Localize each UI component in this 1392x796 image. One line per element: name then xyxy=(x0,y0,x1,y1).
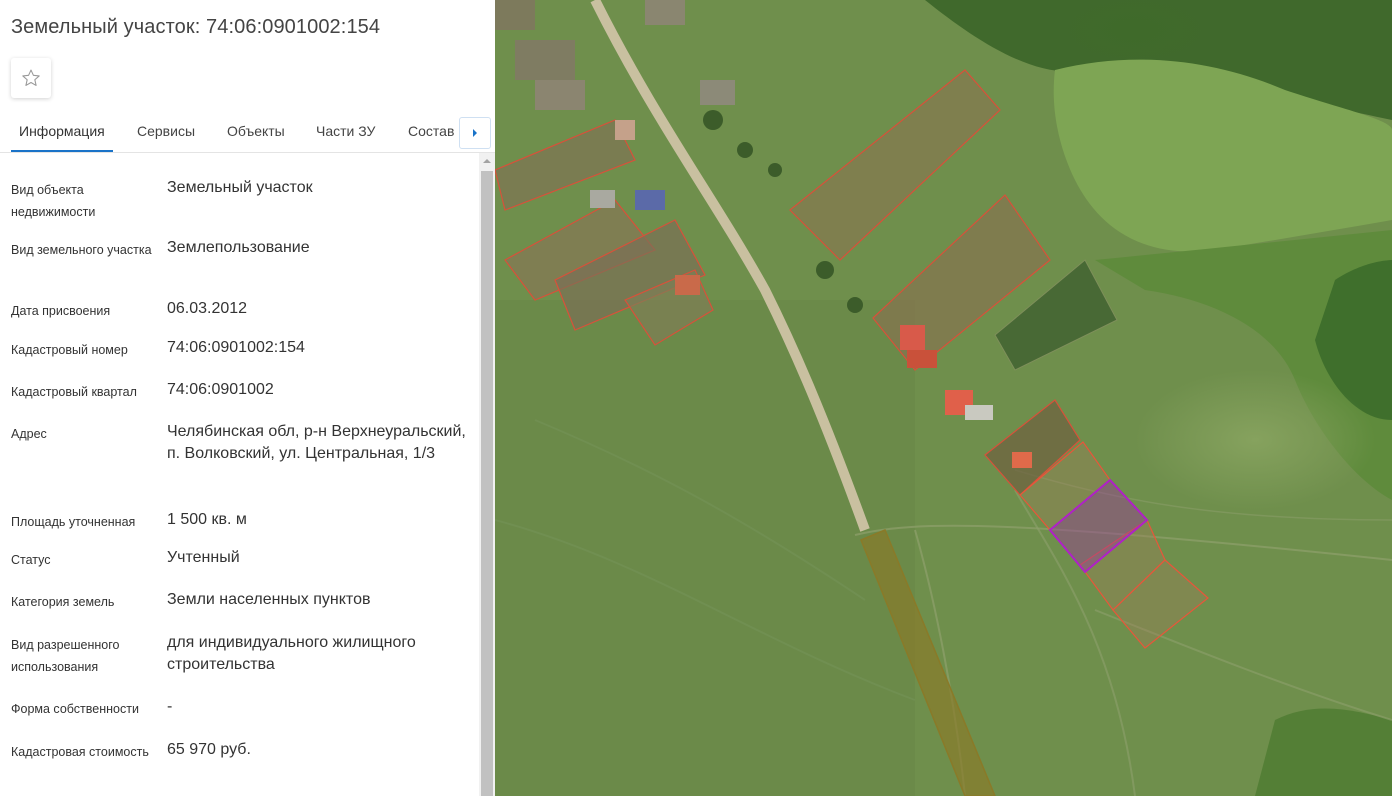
row-value: 65 970 руб. xyxy=(167,741,251,758)
chevron-right-icon xyxy=(473,129,477,137)
tab-bar: Информация Сервисы Объекты Части ЗУ Сост… xyxy=(0,110,495,153)
row-label: Форма собственности xyxy=(11,702,139,716)
chevron-up-icon xyxy=(483,159,491,163)
tab-information[interactable]: Информация xyxy=(19,123,105,139)
row-label: Статус xyxy=(11,553,51,567)
info-panel: Земельный участок: 74:06:0901002:154 Инф… xyxy=(0,0,495,796)
tab-services[interactable]: Сервисы xyxy=(137,123,195,139)
row-value: Учтенный xyxy=(167,549,240,566)
scroll-up-button[interactable] xyxy=(479,153,495,169)
row-value: 06.03.2012 xyxy=(167,300,248,317)
star-icon xyxy=(22,69,40,86)
row-label: Вид объекта недвижимости xyxy=(11,183,96,219)
scrollbar-thumb[interactable] xyxy=(481,171,493,796)
row-label: Кадастровый квартал xyxy=(11,385,137,399)
page-title: Земельный участок: 74:06:0901002:154 xyxy=(11,16,381,38)
row-value: - xyxy=(167,698,173,715)
favorite-button[interactable] xyxy=(11,58,51,98)
row-value: Челябинская обл, р-н Верхнеуральский, п.… xyxy=(167,423,466,462)
row-label: Вид разрешенного использования xyxy=(11,638,120,674)
row-value: 74:06:0901002:154 xyxy=(167,339,305,356)
row-value: Земельный участок xyxy=(167,179,313,196)
row-label: Площадь уточненная xyxy=(11,515,136,529)
row-value: для индивидуального жилищного строительс… xyxy=(167,634,416,673)
scrollbar[interactable] xyxy=(479,153,495,796)
tab-composition[interactable]: Состав xyxy=(408,123,454,139)
active-tab-indicator xyxy=(11,150,113,152)
row-label: Адрес xyxy=(11,427,47,441)
satellite-map[interactable] xyxy=(495,0,1392,796)
row-label: Категория земель xyxy=(11,595,115,609)
row-value: Земли населенных пунктов xyxy=(167,591,371,608)
row-label: Вид земельного участка xyxy=(11,243,152,257)
tab-parts[interactable]: Части ЗУ xyxy=(316,123,375,139)
row-value: Землепользование xyxy=(167,239,310,256)
tabs-scroll-right-button[interactable] xyxy=(459,117,491,149)
row-value: 1 500 кв. м xyxy=(167,511,247,528)
row-label: Кадастровый номер xyxy=(11,343,128,357)
row-label: Кадастровая стоимость xyxy=(11,745,149,759)
row-value: 74:06:0901002 xyxy=(167,381,274,398)
row-label: Дата присвоения xyxy=(11,304,111,318)
tab-objects[interactable]: Объекты xyxy=(227,123,285,139)
